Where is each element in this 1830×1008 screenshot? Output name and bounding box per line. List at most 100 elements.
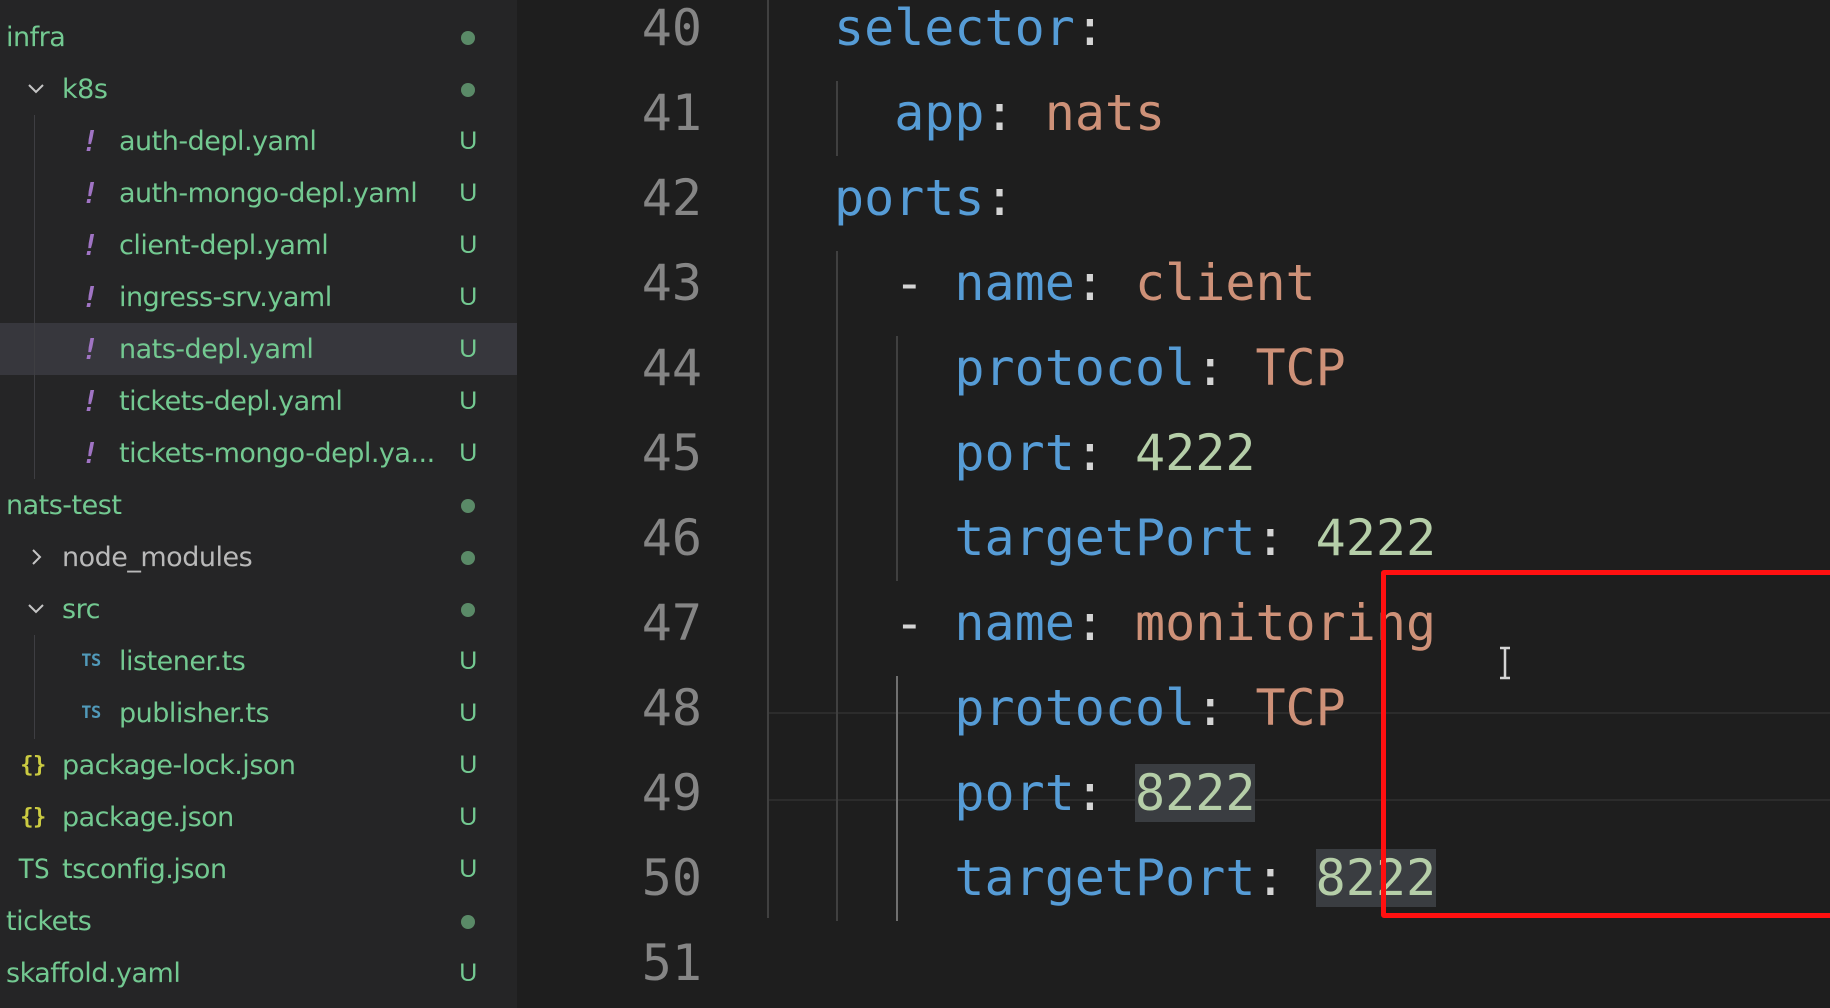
explorer-item[interactable]: tickets [0, 895, 517, 947]
explorer-item[interactable]: TS tsconfig.json U [0, 843, 517, 895]
git-status-badge: U [459, 282, 477, 311]
yaml-icon: ! [81, 228, 99, 262]
explorer-item-label: auth-mongo-depl.yaml [119, 177, 418, 209]
yaml-icon: ! [81, 384, 99, 418]
code-line[interactable]: - name: monitoring [894, 581, 1436, 666]
explorer-item[interactable]: ! client-depl.yaml U [0, 219, 517, 271]
code-token: name [954, 594, 1075, 652]
explorer-item-label: publisher.ts [119, 697, 270, 729]
line-number: 50 [641, 849, 702, 907]
git-status-badge: U [459, 178, 477, 207]
yaml-icon: ! [81, 332, 99, 366]
explorer-item[interactable]: k8s [0, 63, 517, 115]
explorer-item[interactable]: nats-test [0, 479, 517, 531]
explorer-item-label: auth-depl.yaml [119, 125, 317, 157]
typescript-icon: TS [81, 651, 101, 671]
explorer-item-label: listener.ts [119, 645, 246, 677]
code-token: : [1074, 424, 1136, 482]
explorer-item-label: skaffold.yaml [6, 957, 181, 989]
code-line[interactable]: protocol: TCP [954, 666, 1345, 751]
json-icon: {} [20, 752, 46, 778]
explorer-item-label: package.json [62, 801, 234, 833]
line-number: 49 [641, 764, 702, 822]
json-icon: {} [20, 804, 46, 830]
code-token: ports [834, 169, 985, 227]
code-line[interactable]: targetPort: 8222 [954, 836, 1437, 921]
explorer-item[interactable]: {} package-lock.json U [0, 739, 517, 791]
annotation-highlight-box [1381, 570, 1830, 918]
code-token: - [894, 594, 955, 652]
explorer-item[interactable]: skaffold.yaml U [0, 947, 517, 999]
git-status-badge: U [459, 854, 477, 883]
code-token: : [1074, 764, 1136, 822]
git-status-badge: U [459, 750, 477, 779]
modified-dot-icon [455, 543, 481, 572]
explorer-item[interactable]: ! auth-mongo-depl.yaml U [0, 167, 517, 219]
git-status-badge: U [459, 386, 477, 415]
explorer-item[interactable]: infra [0, 11, 517, 63]
explorer-item[interactable]: ! auth-depl.yaml U [0, 115, 517, 167]
explorer-sidebar: infra k8s! auth-depl.yaml U! auth-mongo-depl… [0, 0, 517, 1008]
chevron-down-icon[interactable] [26, 599, 46, 619]
code-token: name [954, 254, 1075, 312]
explorer-item[interactable]: {} package.json U [0, 791, 517, 843]
code-line[interactable]: ports: [834, 156, 1015, 241]
explorer-item[interactable]: ! tickets-depl.yaml U [0, 375, 517, 427]
indent-guide [836, 81, 838, 156]
explorer-item-label: nats-test [6, 489, 122, 521]
code-token: targetPort [954, 849, 1256, 907]
explorer-item-label: src [62, 593, 100, 625]
explorer-item[interactable]: ! tickets-mongo-depl.ya... U [0, 427, 517, 479]
code-line[interactable]: protocol: TCP [954, 326, 1345, 411]
code-editor[interactable]: 40 41 42 43 44 45 46 47 48 49 50 51 selector: app: n… [517, 0, 1830, 1008]
explorer-item-label: tickets [6, 905, 92, 937]
line-number: 43 [641, 254, 702, 312]
code-token: port [954, 424, 1075, 482]
modified-dot-icon [455, 75, 481, 104]
code-token: : [1255, 509, 1316, 567]
tsconfig-icon: TS [18, 853, 50, 885]
code-line[interactable]: targetPort: 4222 [954, 496, 1436, 581]
code-token: client [1135, 254, 1316, 312]
code-line[interactable]: port: 4222 [954, 411, 1255, 496]
git-status-badge: U [459, 230, 477, 259]
git-status-badge: U [459, 334, 477, 363]
yaml-icon: ! [81, 176, 99, 210]
explorer-item-label: ingress-srv.yaml [119, 281, 332, 313]
modified-dot-icon [455, 491, 481, 520]
explorer-item[interactable]: ! nats-depl.yaml U [0, 323, 517, 375]
explorer-item-label: tickets-depl.yaml [119, 385, 343, 417]
explorer-item[interactable]: src [0, 583, 517, 635]
code-line[interactable]: app: nats [894, 71, 1165, 156]
code-token: protocol [954, 339, 1196, 397]
code-line[interactable]: port: 8222 [954, 751, 1256, 836]
gutter-separator [767, 0, 769, 918]
git-status-badge: U [459, 126, 477, 155]
explorer-item[interactable]: ! ingress-srv.yaml U [0, 271, 517, 323]
code-token: protocol [954, 679, 1196, 737]
code-line[interactable]: - name: client [894, 241, 1315, 326]
code-token: 8222 [1135, 764, 1256, 822]
explorer-item[interactable]: TS publisher.ts U [0, 687, 517, 739]
chevron-down-icon[interactable] [26, 79, 46, 99]
code-token: : [1074, 0, 1105, 57]
explorer-item-label: tsconfig.json [62, 853, 227, 885]
modified-dot-icon [455, 595, 481, 624]
git-status-badge: U [459, 438, 477, 467]
yaml-icon: ! [81, 436, 99, 470]
line-number: 51 [641, 934, 702, 992]
explorer-item[interactable]: node_modules [0, 531, 517, 583]
line-number: 41 [641, 84, 702, 142]
chevron-right-icon[interactable] [26, 547, 46, 567]
explorer-item[interactable]: TS listener.ts U [0, 635, 517, 687]
code-token: : [1255, 849, 1316, 907]
code-token: : [984, 169, 1015, 227]
explorer-item-label: nats-depl.yaml [119, 333, 314, 365]
code-line[interactable]: selector: [834, 0, 1105, 71]
code-token: 4222 [1135, 424, 1256, 482]
typescript-icon: TS [81, 703, 101, 723]
git-status-badge: U [459, 958, 477, 987]
code-token: TCP [1255, 679, 1346, 737]
code-token: port [954, 764, 1075, 822]
code-token: : [1074, 594, 1136, 652]
